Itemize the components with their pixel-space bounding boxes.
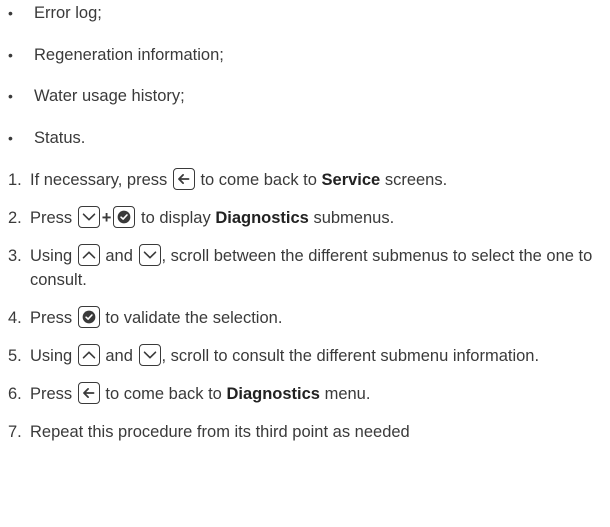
step-3: 3. Using and , scroll between the differ… [8, 244, 603, 292]
list-item: • Status. [8, 128, 86, 147]
check-key-icon [77, 306, 100, 328]
bullet-icon: • [8, 5, 13, 21]
bullet-icon: • [8, 88, 13, 104]
step-2: 2. Press + to display Diagnostics submen… [8, 206, 603, 230]
procedure-steps: 1. If necessary, press to come back to S… [8, 168, 603, 458]
up-chevron-key-icon [77, 244, 100, 266]
list-item: • Regeneration information; [8, 45, 224, 64]
step-6: 6. Press to come back to Diagnostics men… [8, 382, 603, 406]
instructions-page: • Error log; • Regeneration information;… [0, 0, 610, 527]
up-chevron-key-icon [77, 344, 100, 366]
step-5: 5. Using and , scroll to consult the dif… [8, 344, 603, 368]
check-key-icon [113, 206, 136, 228]
list-item: • Error log; [8, 4, 102, 22]
list-item: • Water usage history; [8, 87, 185, 105]
bullet-icon: • [8, 46, 13, 63]
submenu-list: • Error log; • Regeneration information;… [8, 0, 224, 166]
down-chevron-key-icon [138, 344, 161, 366]
step-1: 1. If necessary, press to come back to S… [8, 168, 603, 192]
down-chevron-key-icon [138, 244, 161, 266]
back-arrow-key-icon [77, 382, 100, 404]
step-7: 7. Repeat this procedure from its third … [8, 423, 410, 441]
bullet-icon: • [8, 129, 13, 146]
plus-sign: + [101, 209, 112, 227]
step-4: 4. Press to validate the selection. [8, 306, 603, 330]
down-chevron-key-icon [77, 206, 100, 228]
back-arrow-key-icon [172, 168, 195, 190]
